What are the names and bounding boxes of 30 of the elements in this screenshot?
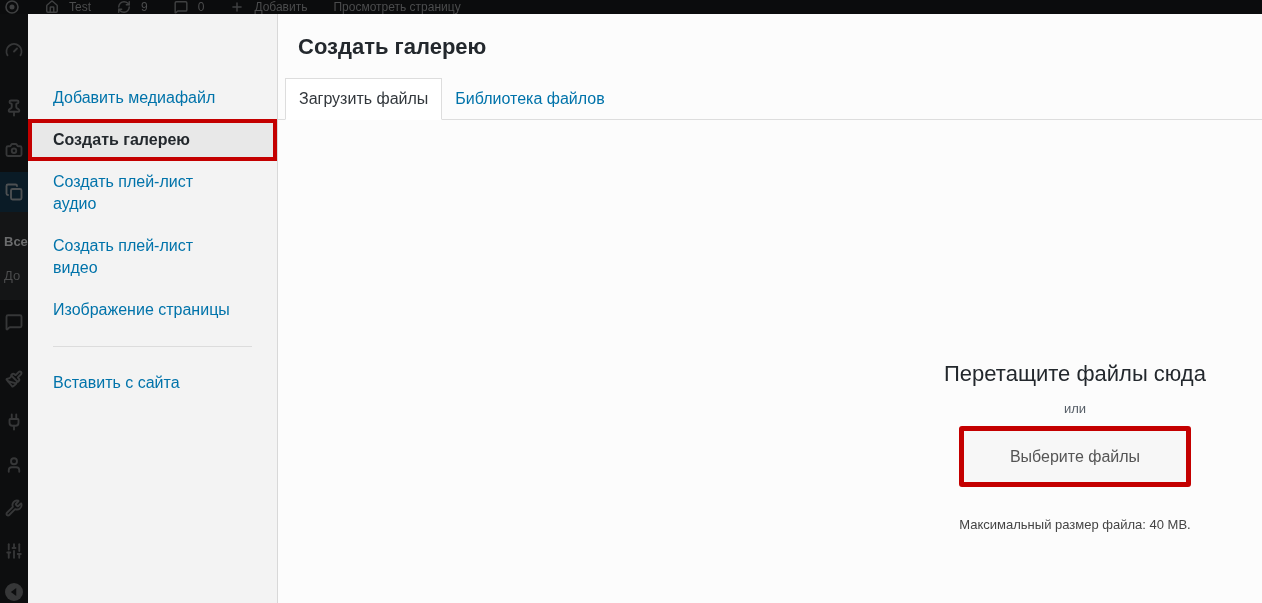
user-icon[interactable] — [5, 455, 23, 474]
refresh-icon[interactable] — [117, 0, 131, 14]
menu-link[interactable]: Создать плей-лист аудио — [28, 161, 277, 225]
menu-link[interactable]: Вставить с сайта — [28, 362, 277, 404]
logo-icon[interactable] — [5, 0, 19, 14]
comment-icon[interactable] — [173, 0, 188, 14]
or-text: или — [1063, 400, 1087, 418]
menu-link[interactable]: Добавить медиафайл — [28, 77, 277, 119]
documents-icon[interactable] — [5, 183, 23, 201]
tab[interactable]: Библиотека файлов — [442, 78, 618, 120]
select-files-button[interactable]: Выберите файлы — [959, 426, 1191, 487]
submenu-link[interactable]: Все — [4, 232, 28, 252]
max-size-note: Максимальный размер файла: 40 MB. — [959, 516, 1191, 534]
menu-link[interactable]: Изображение страницы — [28, 289, 277, 331]
camera-icon[interactable] — [5, 141, 23, 159]
active-menu-item[interactable] — [0, 172, 28, 212]
home-icon[interactable] — [45, 0, 59, 14]
plus-icon[interactable] — [230, 0, 245, 14]
sliders-icon[interactable] — [5, 541, 23, 560]
pin-icon[interactable] — [5, 99, 23, 117]
wrench-icon[interactable] — [5, 498, 23, 517]
menu-item[interactable]: Создать галерею — [28, 119, 277, 161]
comment-icon[interactable] — [5, 313, 23, 331]
drop-heading: Перетащите файлы сюда — [944, 360, 1206, 388]
modal-title: Создать галерею — [297, 33, 488, 61]
gauge-icon[interactable] — [5, 41, 23, 59]
collapse-icon[interactable] — [5, 583, 23, 601]
paintbrush-icon[interactable] — [5, 369, 23, 388]
tab[interactable]: Загрузить файлы — [285, 78, 443, 120]
menu-link[interactable]: Создать плей-лист видео — [28, 225, 277, 289]
